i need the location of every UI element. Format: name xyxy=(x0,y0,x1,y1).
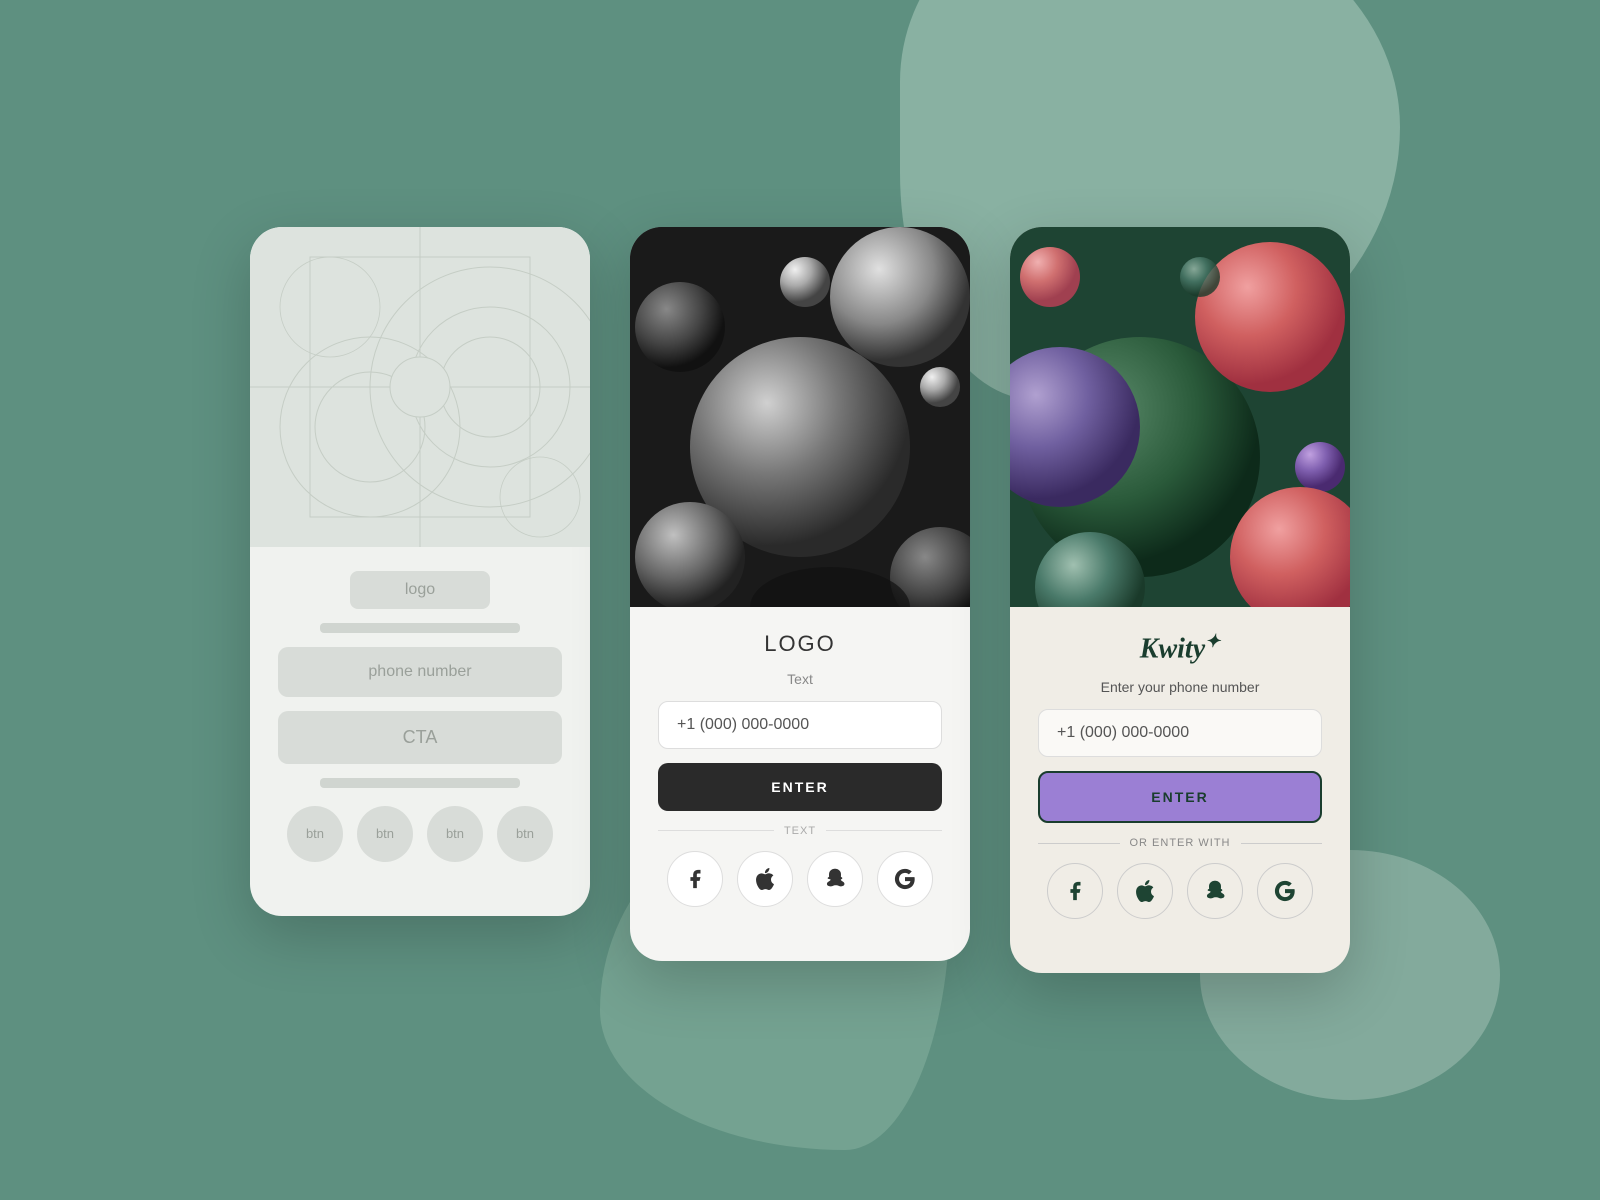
card-dark: LOGO Text +1 (000) 000-0000 ENTER TEXT xyxy=(630,227,970,961)
dark-facebook-button[interactable] xyxy=(667,851,723,907)
colored-image xyxy=(1010,227,1350,607)
colored-subtitle: Enter your phone number xyxy=(1038,679,1322,695)
dark-divider: TEXT xyxy=(658,825,942,837)
colored-enter-button[interactable]: ENTER xyxy=(1038,771,1322,823)
colored-google-button[interactable] xyxy=(1257,863,1313,919)
colored-divider-line-left xyxy=(1038,843,1120,844)
dark-text-label: Text xyxy=(658,671,942,687)
wireframe-btns: btn btn btn btn xyxy=(278,806,562,862)
dark-divider-line-left xyxy=(658,830,774,831)
card-colored: Kwity✦ Enter your phone number +1 (000) … xyxy=(1010,227,1350,973)
colored-divider-text: OR ENTER WITH xyxy=(1130,837,1231,849)
colored-logo: Kwity✦ xyxy=(1038,631,1322,665)
colored-logo-text: Kwity xyxy=(1140,633,1205,664)
wireframe-body: logo phone number CTA btn btn btn btn xyxy=(250,547,590,886)
colored-phone-input[interactable]: +1 (000) 000-0000 xyxy=(1038,709,1322,757)
snapchat-icon xyxy=(824,868,846,890)
wireframe-bottom-line xyxy=(320,778,520,788)
wireframe-image xyxy=(250,227,590,547)
colored-divider: OR ENTER WITH xyxy=(1038,837,1322,849)
dark-divider-line-right xyxy=(826,830,942,831)
dark-divider-text: TEXT xyxy=(784,825,816,837)
wireframe-line xyxy=(320,623,520,633)
cards-container: logo phone number CTA btn btn btn btn xyxy=(250,227,1350,973)
wireframe-btn-4[interactable]: btn xyxy=(497,806,553,862)
facebook-icon xyxy=(684,868,706,890)
colored-snapchat-button[interactable] xyxy=(1187,863,1243,919)
dark-snapchat-button[interactable] xyxy=(807,851,863,907)
colored-apple-button[interactable] xyxy=(1117,863,1173,919)
colored-logo-sup: ✦ xyxy=(1205,631,1220,651)
google-icon xyxy=(894,868,916,890)
dark-social-btns xyxy=(658,851,942,907)
wireframe-cta-box[interactable]: CTA xyxy=(278,711,562,764)
apple-icon xyxy=(1134,880,1156,902)
wireframe-logo-label: logo xyxy=(405,581,435,598)
wireframe-phone-label: phone number xyxy=(368,663,471,680)
wireframe-phone-box[interactable]: phone number xyxy=(278,647,562,697)
apple-icon xyxy=(754,868,776,890)
dark-apple-button[interactable] xyxy=(737,851,793,907)
snapchat-icon xyxy=(1204,880,1226,902)
colored-body: Kwity✦ Enter your phone number +1 (000) … xyxy=(1010,607,1350,943)
google-icon xyxy=(1274,880,1296,902)
dark-logo: LOGO xyxy=(658,631,942,657)
colored-facebook-button[interactable] xyxy=(1047,863,1103,919)
colored-social-btns xyxy=(1038,863,1322,919)
dark-phone-input[interactable]: +1 (000) 000-0000 xyxy=(658,701,942,749)
colored-divider-line-right xyxy=(1241,843,1323,844)
wireframe-btn-3[interactable]: btn xyxy=(427,806,483,862)
wireframe-cta-label: CTA xyxy=(403,727,438,747)
dark-body: LOGO Text +1 (000) 000-0000 ENTER TEXT xyxy=(630,607,970,931)
dark-google-button[interactable] xyxy=(877,851,933,907)
dark-image xyxy=(630,227,970,607)
wireframe-btn-2[interactable]: btn xyxy=(357,806,413,862)
dark-enter-button[interactable]: ENTER xyxy=(658,763,942,811)
wireframe-logo-box: logo xyxy=(350,571,490,609)
facebook-icon xyxy=(1064,880,1086,902)
wireframe-btn-1[interactable]: btn xyxy=(287,806,343,862)
card-wireframe: logo phone number CTA btn btn btn btn xyxy=(250,227,590,916)
